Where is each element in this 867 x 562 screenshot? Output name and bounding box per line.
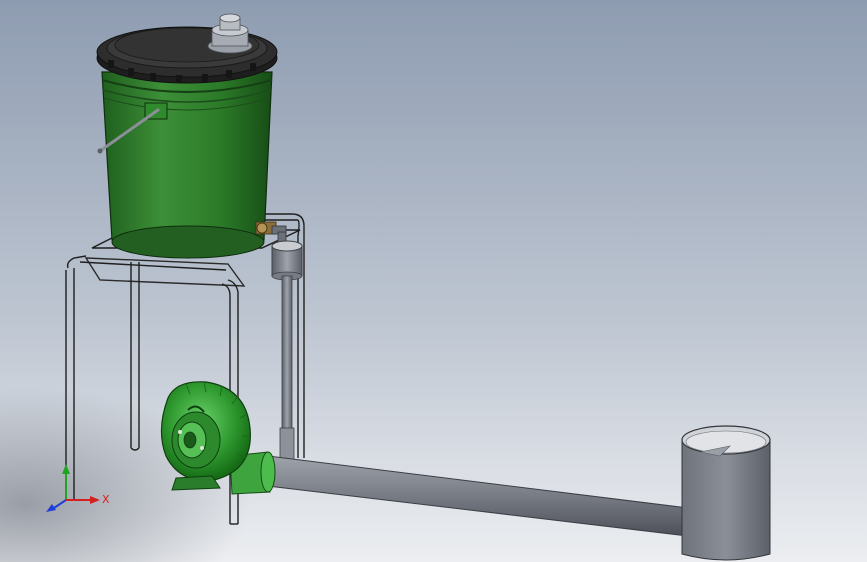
feed-cup[interactable] <box>271 240 303 281</box>
bucket[interactable] <box>97 71 273 259</box>
model-scene[interactable]: X <box>0 0 867 562</box>
3d-viewport[interactable]: X <box>0 0 867 562</box>
triad-x-label: X <box>102 493 110 506</box>
vertical-feed-pipe[interactable] <box>279 275 295 461</box>
outlet-container[interactable] <box>681 425 771 561</box>
